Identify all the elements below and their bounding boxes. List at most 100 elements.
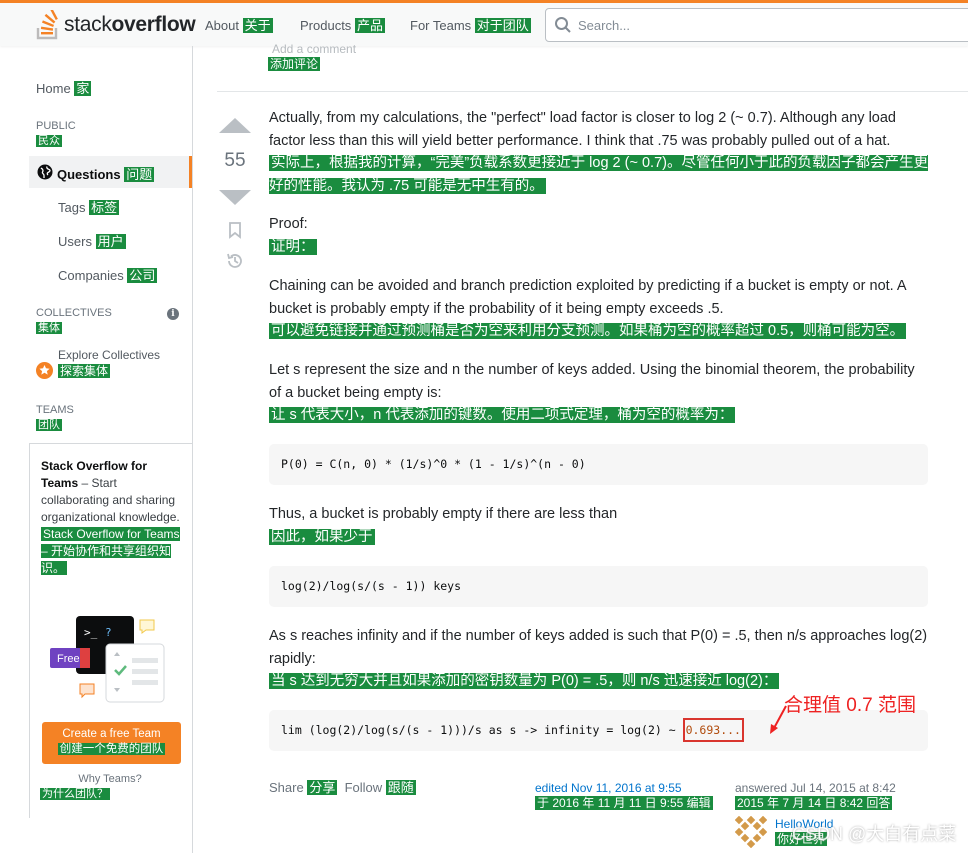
info-icon[interactable]: i <box>167 308 179 320</box>
edited-label: edited Nov 11, 2016 at 9:55 <box>535 781 682 795</box>
answer-paragraph-2: Proof: 证明： <box>269 213 929 258</box>
home-zh: 家 <box>74 81 92 96</box>
questions-zh: 问题 <box>124 167 155 182</box>
globe-icon <box>37 164 53 180</box>
why-label: Why Teams? <box>78 773 142 785</box>
answer-divider <box>217 91 968 92</box>
upvote-button[interactable] <box>219 118 251 133</box>
code-3-main: lim (log(2)/log(s/(s - 1)))/s as s -> in… <box>281 723 683 737</box>
teams-section-header: TEAMS 团队 <box>36 403 74 433</box>
teams-zh: 团队 <box>36 419 62 431</box>
follow-link[interactable]: Follow 跟随 <box>345 780 416 795</box>
sidebar-item-companies[interactable]: Companies 公司 <box>58 265 158 284</box>
add-comment-link[interactable]: Add a comment 添加评论 <box>268 42 357 72</box>
svg-text:?: ? <box>105 626 112 639</box>
add-comment-zh: 添加评论 <box>268 57 321 71</box>
paragraph-4-en: Let s represent the size and n the numbe… <box>269 362 915 401</box>
teams-promo-zh: Stack Overflow for Teams – 开始协作和共享组织知识。 <box>41 527 180 575</box>
why-teams-link[interactable]: Why Teams? 为什么团队？ <box>40 772 180 802</box>
bookmark-icon[interactable] <box>227 221 243 239</box>
stackoverflow-logo[interactable]: stackoverflow <box>36 9 196 41</box>
paragraph-1-zh: 实际上，根据我的计算，“完美”负载系数更接近于 log 2 (~ 0.7)。尽管… <box>269 155 928 194</box>
history-icon[interactable] <box>225 251 245 271</box>
add-comment-label: Add a comment <box>272 42 357 56</box>
collectives-star-icon <box>36 362 53 379</box>
create-team-button[interactable]: Create a free Team 创建一个免费的团队 <box>42 722 181 764</box>
public-zh: 民众 <box>36 135 62 147</box>
answer-paragraph-3: Chaining can be avoided and branch predi… <box>269 275 929 343</box>
answer-paragraph-1: Actually, from my calculations, the "per… <box>269 107 929 197</box>
collectives-section-header: COLLECTIVES 集体 <box>36 306 112 336</box>
top-bar: stackoverflow About 关于 Products 产品 For T… <box>0 0 968 46</box>
paragraph-5-en: Thus, a bucket is probably empty if ther… <box>269 506 618 522</box>
sidebar-item-tags[interactable]: Tags 标签 <box>58 197 120 216</box>
sidebar-item-home[interactable]: Home 家 <box>36 78 92 97</box>
paragraph-6-zh: 当 s 达到无穷大并且如果添加的密钥数量为 P(0) = .5，则 n/s 迅速… <box>269 673 780 689</box>
teams-illustration: >_ ? Free <box>50 616 165 703</box>
downvote-button[interactable] <box>219 190 251 205</box>
nav-products-label: Products <box>300 18 352 33</box>
home-label: Home <box>36 81 71 96</box>
logo-text: stackoverflow <box>64 13 196 36</box>
answered-label: answered Jul 14, 2015 at 8:42 <box>735 781 896 795</box>
share-link[interactable]: Share 分享 <box>269 780 338 795</box>
tags-label: Tags <box>58 200 86 215</box>
users-label: Users <box>58 234 92 249</box>
answer-paragraph-4: Let s represent the size and n the numbe… <box>269 359 929 427</box>
cta-zh: 创建一个免费的团队 <box>57 743 166 755</box>
edited-info[interactable]: edited Nov 11, 2016 at 9:55 于 2016 年 11 … <box>535 781 713 811</box>
vote-count: 55 <box>224 150 246 171</box>
users-zh: 用户 <box>95 234 126 249</box>
search-input[interactable] <box>578 15 958 35</box>
paragraph-4-zh: 让 s 代表大小，n 代表添加的键数。使用二项式定理，桶为空的概率为： <box>269 407 736 423</box>
sidebar-item-users[interactable]: Users 用户 <box>58 231 126 250</box>
search-icon <box>555 17 571 33</box>
follow-zh: 跟随 <box>385 780 416 795</box>
code-block-2: log(2)/log(s/(s - 1)) keys <box>269 566 928 607</box>
paragraph-6-en: As s reaches infinity and if the number … <box>269 628 928 667</box>
why-zh: 为什么团队？ <box>40 788 110 800</box>
free-badge: Free <box>57 653 80 665</box>
share-zh: 分享 <box>307 780 338 795</box>
sidebar-item-explore-collectives[interactable]: Explore Collectives 探索集体 <box>58 347 160 379</box>
nav-teams-zh: 对于团队 <box>474 18 531 33</box>
tags-zh: 标签 <box>89 200 120 215</box>
teams-promo-text: Stack Overflow for Teams – Start collabo… <box>41 458 181 577</box>
companies-zh: 公司 <box>127 268 158 283</box>
paragraph-3-zh: 可以避免链接并通过预测桶是否为空来利用分支预测。如果桶为空的概率超过 0.5，则… <box>269 323 907 339</box>
user-avatar[interactable] <box>735 816 767 848</box>
svg-text:>_: >_ <box>84 626 98 639</box>
watermark: CSDN @大白有点菜 <box>792 824 957 844</box>
companies-label: Companies <box>58 268 124 283</box>
nav-products-zh: 产品 <box>354 18 385 33</box>
code-3-text: lim (log(2)/log(s/(s - 1)))/s as s -> in… <box>281 718 744 742</box>
cta-label: Create a free Team <box>62 728 161 740</box>
edited-zh: 于 2016 年 11 月 11 日 9:55 编辑 <box>535 796 713 810</box>
code-1-text: P(0) = C(n, 0) * (1/s)^0 * (1 - 1/s)^(n … <box>281 457 586 471</box>
search-box <box>545 8 968 42</box>
teams-promo: Stack Overflow for Teams – Start collabo… <box>29 443 193 818</box>
code-2-text: log(2)/log(s/(s - 1)) keys <box>281 579 462 593</box>
paragraph-1-en: Actually, from my calculations, the "per… <box>269 110 896 149</box>
stackoverflow-logo-icon <box>36 10 58 40</box>
nav-teams-label: For Teams <box>410 18 472 33</box>
left-sidebar: Home 家 PUBLIC 民众 Questions 问题 Tags 标签 Us… <box>0 46 193 853</box>
answer-paragraph-6: As s reaches infinity and if the number … <box>269 625 929 693</box>
explore-label: Explore Collectives <box>58 348 161 362</box>
explore-zh: 探索集体 <box>58 364 111 378</box>
post-menu: Share 分享 Follow 跟随 <box>269 777 416 796</box>
teams-label: TEAMS <box>36 404 74 416</box>
annotation-text: 合理值 0.7 范围 <box>784 695 916 716</box>
questions-label: Questions 问题 <box>57 167 155 182</box>
paragraph-2-zh: 证明： <box>269 238 317 255</box>
collectives-label: COLLECTIVES <box>36 307 112 319</box>
paragraph-2-en: Proof: <box>269 216 308 232</box>
paragraph-3-en: Chaining can be avoided and branch predi… <box>269 278 906 317</box>
public-section-header: PUBLIC 民众 <box>36 119 76 149</box>
collectives-zh: 集体 <box>36 322 62 334</box>
nav-for-teams[interactable]: For Teams 对于团队 <box>410 15 531 34</box>
paragraph-5-zh: 因此，如果少于 <box>269 528 375 545</box>
sidebar-item-questions[interactable]: Questions 问题 <box>29 156 192 188</box>
nav-products[interactable]: Products 产品 <box>300 15 385 34</box>
nav-about[interactable]: About 关于 <box>205 15 273 34</box>
